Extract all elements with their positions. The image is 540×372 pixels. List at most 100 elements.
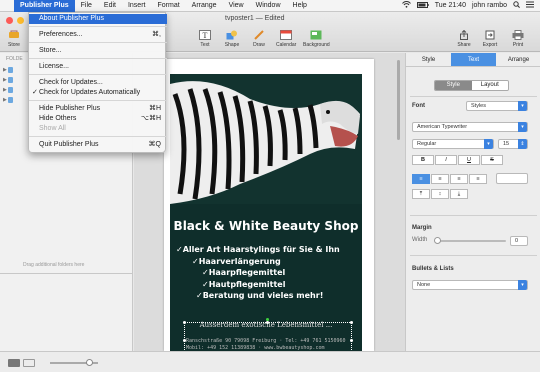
align-center-icon: ≡ xyxy=(438,176,442,182)
menu-item-show-all: Show All xyxy=(39,125,66,132)
menu-edit[interactable]: Edit xyxy=(98,0,122,12)
store-button[interactable]: Store xyxy=(6,29,22,48)
font-size-field[interactable]: 15 ⇕ xyxy=(498,139,528,149)
poster-line: ✓Aller Art Haarstylings für Sie & Ihn xyxy=(176,245,340,254)
folder-item[interactable]: ▶ xyxy=(3,76,13,83)
battery-icon[interactable] xyxy=(416,1,429,10)
disclosure-triangle-icon[interactable]: ▶ xyxy=(3,67,7,73)
width-label: Width xyxy=(412,237,428,243)
align-right-button[interactable]: ≡ xyxy=(450,174,468,184)
text-subtabs: Style Layout xyxy=(434,80,509,91)
styles-dropdown[interactable]: Styles ▾ xyxy=(466,101,528,111)
vertical-scrollbar[interactable] xyxy=(397,60,400,140)
vertical-alignment-buttons: ⤒ ↕ ⤓ xyxy=(412,189,468,199)
strikethrough-button[interactable]: S xyxy=(481,155,503,165)
menu-clock[interactable]: Tue 21:40 xyxy=(435,2,466,9)
list-icon[interactable] xyxy=(526,1,534,10)
menu-separator xyxy=(29,74,167,75)
disclosure-triangle-icon[interactable]: ▶ xyxy=(3,77,7,83)
italic-button[interactable]: I xyxy=(435,155,457,165)
underline-button[interactable]: U xyxy=(458,155,480,165)
menu-item-hide-others[interactable]: Hide Others ⌥⌘H xyxy=(29,114,167,124)
folder-item[interactable]: ▶ xyxy=(3,66,13,73)
subtab-style[interactable]: Style xyxy=(435,81,472,90)
background-tool-button[interactable]: Background xyxy=(303,29,330,48)
menu-user[interactable]: john rambo xyxy=(472,2,507,9)
tab-text[interactable]: Text xyxy=(451,53,496,66)
calendar-icon xyxy=(278,29,294,40)
disclosure-triangle-icon[interactable]: ▶ xyxy=(3,97,7,103)
menu-view[interactable]: View xyxy=(223,0,250,12)
align-left-button[interactable]: ≡ xyxy=(412,174,430,184)
menu-help[interactable]: Help xyxy=(287,0,313,12)
align-top-button[interactable]: ⤒ xyxy=(412,189,430,199)
font-style-dropdown[interactable]: Regular ▾ xyxy=(412,139,494,149)
format-buttons: B I U S xyxy=(412,155,503,165)
margin-width-slider[interactable] xyxy=(436,240,506,242)
close-window-button[interactable] xyxy=(6,17,13,24)
menu-item-preferences[interactable]: Preferences... ⌘, xyxy=(29,30,167,40)
folder-icon xyxy=(7,66,13,73)
font-family-dropdown[interactable]: American Typewriter ▾ xyxy=(412,122,528,132)
menu-item-quit[interactable]: Quit Publisher Plus ⌘Q xyxy=(29,140,167,150)
align-bottom-button[interactable]: ⤓ xyxy=(450,189,468,199)
chevron-down-icon: ▾ xyxy=(518,122,527,132)
alignment-buttons: ≡ ≡ ≡ ≡ xyxy=(412,174,487,184)
poster-title[interactable]: Black & White Beauty Shop xyxy=(170,219,362,233)
wifi-icon[interactable] xyxy=(401,1,411,10)
text-tool-button[interactable]: T Text xyxy=(197,29,213,48)
resize-handle[interactable] xyxy=(350,321,353,324)
align-middle-button[interactable]: ↕ xyxy=(431,189,449,199)
justify-button[interactable]: ≡ xyxy=(469,174,487,184)
menu-item-license[interactable]: License... xyxy=(29,62,167,72)
minimize-window-button[interactable] xyxy=(17,17,24,24)
spotlight-icon[interactable] xyxy=(513,1,520,10)
app-menu-dropdown: About Publisher Plus Preferences... ⌘, St… xyxy=(28,12,167,153)
menu-app[interactable]: Publisher Plus xyxy=(14,0,75,12)
menu-file[interactable]: File xyxy=(75,0,98,12)
menu-item-check-updates[interactable]: Check for Updates... xyxy=(29,78,167,88)
resize-handle[interactable] xyxy=(266,321,269,324)
subtab-layout[interactable]: Layout xyxy=(471,81,508,90)
menu-item-about[interactable]: About Publisher Plus xyxy=(29,14,167,24)
menu-insert[interactable]: Insert xyxy=(122,0,152,12)
resize-handle[interactable] xyxy=(350,339,353,342)
stepper-icon[interactable]: ⇕ xyxy=(518,139,527,149)
text-color-well[interactable] xyxy=(496,173,528,184)
background-icon xyxy=(308,29,324,40)
bullets-dropdown[interactable]: None ▾ xyxy=(412,280,528,290)
folder-icon xyxy=(7,86,13,93)
menu-separator xyxy=(29,136,167,137)
disclosure-triangle-icon[interactable]: ▶ xyxy=(3,87,7,93)
menu-arrange[interactable]: Arrange xyxy=(186,0,223,12)
zoom-slider-knob[interactable] xyxy=(86,359,93,366)
resize-handle[interactable] xyxy=(183,321,186,324)
menu-item-auto-updates[interactable]: ✓ Check for Updates Automatically xyxy=(29,88,167,98)
divider xyxy=(410,215,537,216)
bullets-label: Bullets & Lists xyxy=(412,266,454,272)
menu-item-hide[interactable]: Hide Publisher Plus ⌘H xyxy=(29,104,167,114)
margin-width-field[interactable]: 0 xyxy=(510,236,528,246)
tab-style[interactable]: Style xyxy=(406,53,451,66)
list-view-icon[interactable] xyxy=(23,359,35,367)
menu-format[interactable]: Format xyxy=(151,0,185,12)
menu-item-store[interactable]: Store... xyxy=(29,46,167,56)
draw-tool-button[interactable]: Draw xyxy=(251,29,267,48)
bold-button[interactable]: B xyxy=(412,155,434,165)
folder-item[interactable]: ▶ xyxy=(3,96,13,103)
resize-handle[interactable] xyxy=(183,339,186,342)
grid-view-icon[interactable] xyxy=(8,359,20,367)
folder-icon xyxy=(7,76,13,83)
export-button[interactable]: Export xyxy=(482,29,498,48)
tab-arrange[interactable]: Arrange xyxy=(496,53,540,66)
print-button[interactable]: Print xyxy=(510,29,526,48)
margin-slider-knob[interactable] xyxy=(434,237,441,244)
folder-item[interactable]: ▶ xyxy=(3,86,13,93)
zebra-image[interactable] xyxy=(170,74,362,204)
poster-services-list[interactable]: ✓Aller Art Haarstylings für Sie & Ihn ✓H… xyxy=(176,244,356,302)
menu-window[interactable]: Window xyxy=(250,0,287,12)
shape-tool-button[interactable]: Shape xyxy=(224,29,240,48)
share-button[interactable]: Share xyxy=(456,29,472,48)
align-center-button[interactable]: ≡ xyxy=(431,174,449,184)
calendar-tool-button[interactable]: Calendar xyxy=(276,29,296,48)
